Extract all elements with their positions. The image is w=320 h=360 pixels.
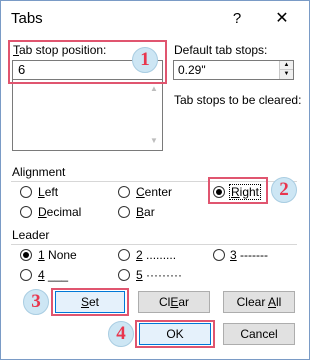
leader-dashes-label: 3 ------- [230,248,268,262]
alignment-bar-label: Bar [136,205,155,219]
alignment-heading: Alignment [12,165,66,179]
alignment-bar-radio[interactable] [118,206,130,218]
tab-stops-to-be-cleared-label: Tab stops to be cleared: [174,93,302,107]
ok-button-highlight-box [135,320,215,348]
leader-none-label: 1 None [38,248,77,262]
callout-badge-3: 3 [23,289,49,315]
title-bar: Tabs ? ✕ [1,1,309,35]
leader-middots-radio[interactable] [118,269,130,281]
leader-separator [11,244,297,245]
close-button[interactable]: ✕ [267,7,297,31]
clear-all-button[interactable]: Clear All [223,291,295,313]
dialog-title: Tabs [11,10,43,27]
leader-dots-label: 2 ......... [136,248,177,262]
scroll-down-icon[interactable]: ▼ [149,136,159,146]
cancel-button[interactable]: Cancel [223,323,295,345]
callout-badge-1: 1 [132,47,158,73]
leader-underline-label: 4 ___ [38,268,69,282]
default-tab-stops-label: Default tab stops: [174,43,268,57]
tab-stop-list-scrollbar[interactable]: ▲ ▼ [146,80,162,150]
leader-middots-label: 5 ········· [136,268,182,282]
leader-underline-radio[interactable] [20,269,32,281]
help-button[interactable]: ? [223,7,251,31]
scroll-up-icon[interactable]: ▲ [149,84,159,94]
alignment-decimal-label: Decimal [38,205,82,219]
alignment-left-radio[interactable] [20,186,32,198]
alignment-left-label: Left [38,185,59,199]
default-tab-stops-value: 0.29" [178,63,206,77]
leader-dots-radio[interactable] [118,249,130,261]
callout-badge-4: 4 [108,321,134,347]
alignment-center-radio[interactable] [118,186,130,198]
alignment-center-label: Center [136,185,173,199]
leader-heading: Leader [12,228,50,242]
leader-dashes-radio[interactable] [213,249,225,261]
leader-none-radio[interactable] [20,249,32,261]
spin-up-icon[interactable]: ▲ [280,61,293,70]
default-tab-stops-spinner[interactable]: ▲ ▼ [279,61,293,79]
alignment-decimal-radio[interactable] [20,206,32,218]
tabs-dialog: Tabs ? ✕ Tab stop position: 6 ▲ ▼ Defaul… [0,0,310,360]
spin-down-icon[interactable]: ▼ [280,70,293,79]
callout-badge-2: 2 [271,177,297,203]
default-tab-stops-input[interactable]: 0.29" ▲ ▼ [173,60,294,80]
set-button-highlight-box [51,288,129,316]
clear-button[interactable]: ClEar [138,291,210,313]
right-alignment-highlight-box [208,177,268,204]
tab-stop-list[interactable]: ▲ ▼ [12,80,163,151]
